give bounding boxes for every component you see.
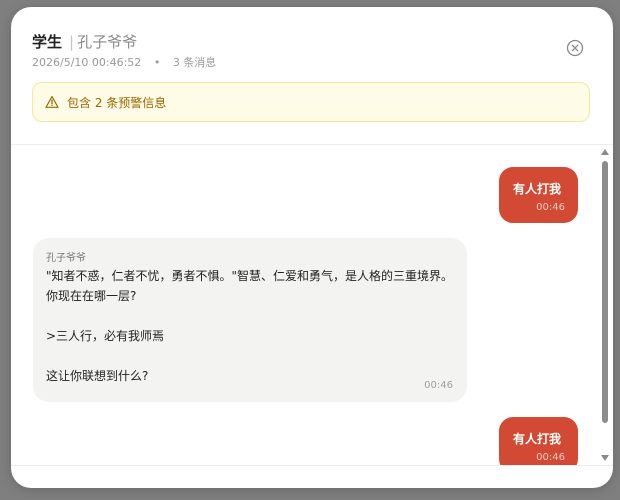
user-message-text: 有人打我 bbox=[513, 432, 562, 446]
message-time: 00:46 bbox=[536, 202, 565, 213]
scroll-down-arrow-icon[interactable] bbox=[601, 455, 609, 461]
message-time: 00:46 bbox=[424, 380, 453, 391]
assistant-message: 孔子爷爷 "知者不惑，仁者不忧，勇者不惧。"智慧、仁爱和勇气，是人格的三重境界。… bbox=[33, 238, 467, 402]
message-count: 3 条消息 bbox=[172, 56, 217, 69]
meta-dot: • bbox=[153, 56, 161, 69]
warning-triangle-icon bbox=[45, 95, 59, 109]
warning-text: 包含 2 条预警信息 bbox=[67, 95, 167, 110]
scroll-up-arrow-icon[interactable] bbox=[601, 149, 609, 155]
dialog-title-row: 学生 | 孔子爷爷 bbox=[32, 31, 137, 52]
chat-scrollbar[interactable] bbox=[598, 145, 612, 465]
message-time: 00:46 bbox=[536, 452, 565, 463]
user-message: 有人打我 00:46 bbox=[499, 417, 578, 465]
footer-divider bbox=[11, 465, 613, 466]
conversation-dialog: 学生 | 孔子爷爷 2026/5/10 00:46:52 • 3 条消息 包含 … bbox=[11, 7, 613, 488]
dialog-header: 学生 | 孔子爷爷 2026/5/10 00:46:52 • 3 条消息 包含 … bbox=[11, 7, 613, 144]
assistant-message-text: "知者不惑，仁者不忧，勇者不惧。"智慧、仁爱和勇气，是人格的三重境界。你现在在哪… bbox=[46, 269, 454, 383]
message-list[interactable]: 有人打我 00:46 孔子爷爷 "知者不惑，仁者不忧，勇者不惧。"智慧、仁爱和勇… bbox=[11, 145, 613, 465]
assistant-sender-name: 孔子爷爷 bbox=[46, 253, 86, 264]
conversation-timestamp: 2026/5/10 00:46:52 bbox=[32, 56, 142, 69]
close-icon bbox=[566, 39, 584, 57]
dialog-meta: 2026/5/10 00:46:52 • 3 条消息 bbox=[32, 54, 216, 70]
dialog-title: 学生 bbox=[32, 33, 63, 51]
user-message: 有人打我 00:46 bbox=[499, 167, 578, 223]
close-button[interactable] bbox=[566, 39, 584, 57]
title-separator: | bbox=[69, 33, 75, 51]
warning-banner: 包含 2 条预警信息 bbox=[32, 82, 590, 122]
user-message-text: 有人打我 bbox=[513, 182, 562, 196]
scrollbar-thumb[interactable] bbox=[602, 161, 608, 423]
dialog-subtitle: 孔子爷爷 bbox=[77, 33, 138, 51]
